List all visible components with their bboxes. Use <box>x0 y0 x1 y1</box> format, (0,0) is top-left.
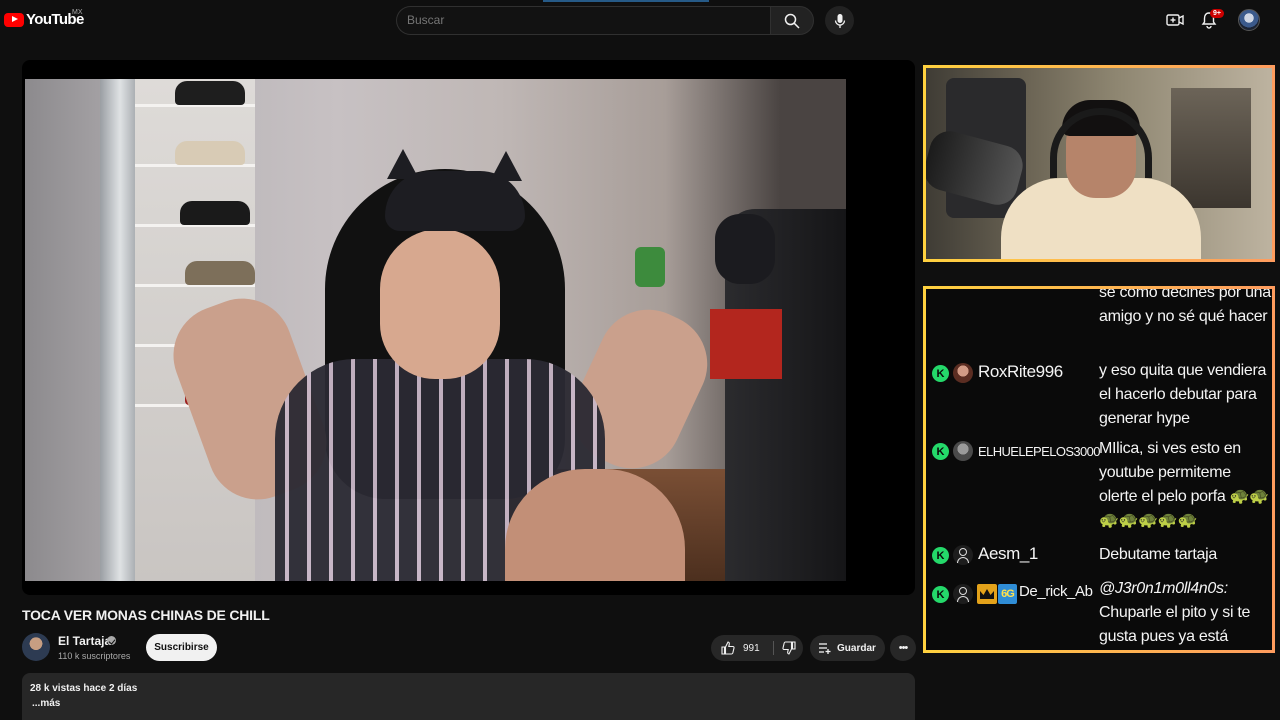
like-dislike-group: 991 <box>711 635 803 661</box>
streamer-webcam <box>923 65 1275 262</box>
subscriber-count: 110 k suscriptores <box>58 651 131 661</box>
loading-bar <box>543 0 709 2</box>
background-door <box>100 79 140 581</box>
shoe <box>175 141 245 165</box>
channel-name[interactable]: El Tartaja <box>58 634 111 648</box>
like-count: 991 <box>743 642 760 654</box>
description-box[interactable]: 28 k vistas hace 2 días ...más <box>22 673 915 720</box>
save-button[interactable]: Guardar <box>810 635 885 661</box>
crown-icon <box>977 584 997 604</box>
like-icon <box>721 641 735 655</box>
video-frame[interactable] <box>25 79 846 581</box>
video-player[interactable] <box>22 60 915 595</box>
chat-message-text: se como decines por una amigo y no sé qu… <box>1099 286 1271 325</box>
mic-icon <box>834 13 845 28</box>
youtube-play-icon <box>4 12 24 27</box>
chat-message-text: Debutame tartaja <box>1099 546 1217 563</box>
chat-avatar <box>953 584 973 604</box>
chat-overlay: se como decines por una amigo y no sé qu… <box>923 286 1275 653</box>
notification-badge: 9+ <box>1210 9 1224 18</box>
search-button[interactable] <box>770 6 814 35</box>
kick-icon: K <box>932 365 949 382</box>
background-shelf <box>1171 88 1251 208</box>
show-more-link[interactable]: ...más <box>32 698 60 709</box>
kick-icon: K <box>932 586 949 603</box>
red-box <box>710 309 782 379</box>
chat-mention: @J3r0n1m0ll4n0s: <box>1099 580 1228 597</box>
search-input[interactable] <box>407 13 747 27</box>
kick-icon: K <box>932 547 949 564</box>
top-bar: YouTube MX 9+ <box>0 0 1280 40</box>
dislike-button[interactable] <box>775 635 803 661</box>
chat-username: ELHUELEPELOS3000 <box>978 444 1101 459</box>
save-label: Guardar <box>837 642 876 654</box>
shoe <box>175 81 245 105</box>
green-toy <box>635 247 665 287</box>
shoe <box>185 261 255 285</box>
chat-avatar <box>953 545 973 565</box>
more-actions-button[interactable]: ••• <box>890 635 916 661</box>
chat-username: De_rick_Ab <box>1019 583 1093 600</box>
chat-message-text: y eso quita que vendiera el hacerlo debu… <box>1099 362 1267 427</box>
youtube-logo[interactable]: YouTube MX <box>4 9 84 28</box>
chat-message-text: Chuparle el pito y si te gusta pues ya e… <box>1099 604 1251 645</box>
chat-avatar <box>953 441 973 461</box>
views-and-date: 28 k vistas hace 2 días <box>30 683 138 694</box>
kick-icon: K <box>932 443 949 460</box>
search-box[interactable] <box>396 6 771 35</box>
subscribe-button[interactable]: Suscribirse <box>146 634 217 661</box>
save-playlist-icon <box>819 643 831 654</box>
like-button[interactable]: 991 <box>711 635 771 661</box>
search-icon <box>784 13 800 29</box>
page: YouTube MX 9+ <box>0 0 1280 720</box>
person-face <box>380 229 500 379</box>
cat-plush <box>715 214 775 284</box>
chat-username: Aesm_1 <box>978 544 1038 563</box>
like-divider <box>773 641 774 655</box>
chat-message-text: MIlica, si ves esto en youtube permiteme… <box>1099 440 1269 529</box>
create-icon[interactable] <box>1166 12 1184 28</box>
dislike-icon <box>782 641 796 655</box>
cat-ear <box>387 149 419 179</box>
chat-avatar <box>953 363 973 383</box>
voice-search-button[interactable] <box>825 6 854 35</box>
account-avatar[interactable] <box>1238 9 1260 31</box>
og-badge: 6G <box>998 584 1017 604</box>
verified-icon <box>107 636 116 645</box>
country-code: MX <box>72 9 83 16</box>
cat-ear <box>490 151 522 181</box>
chat-username: RoxRite996 <box>978 362 1063 381</box>
channel-avatar[interactable] <box>22 633 50 661</box>
video-title: TOCA VER MONAS CHINAS DE CHILL <box>22 607 270 623</box>
shoe <box>180 201 250 225</box>
